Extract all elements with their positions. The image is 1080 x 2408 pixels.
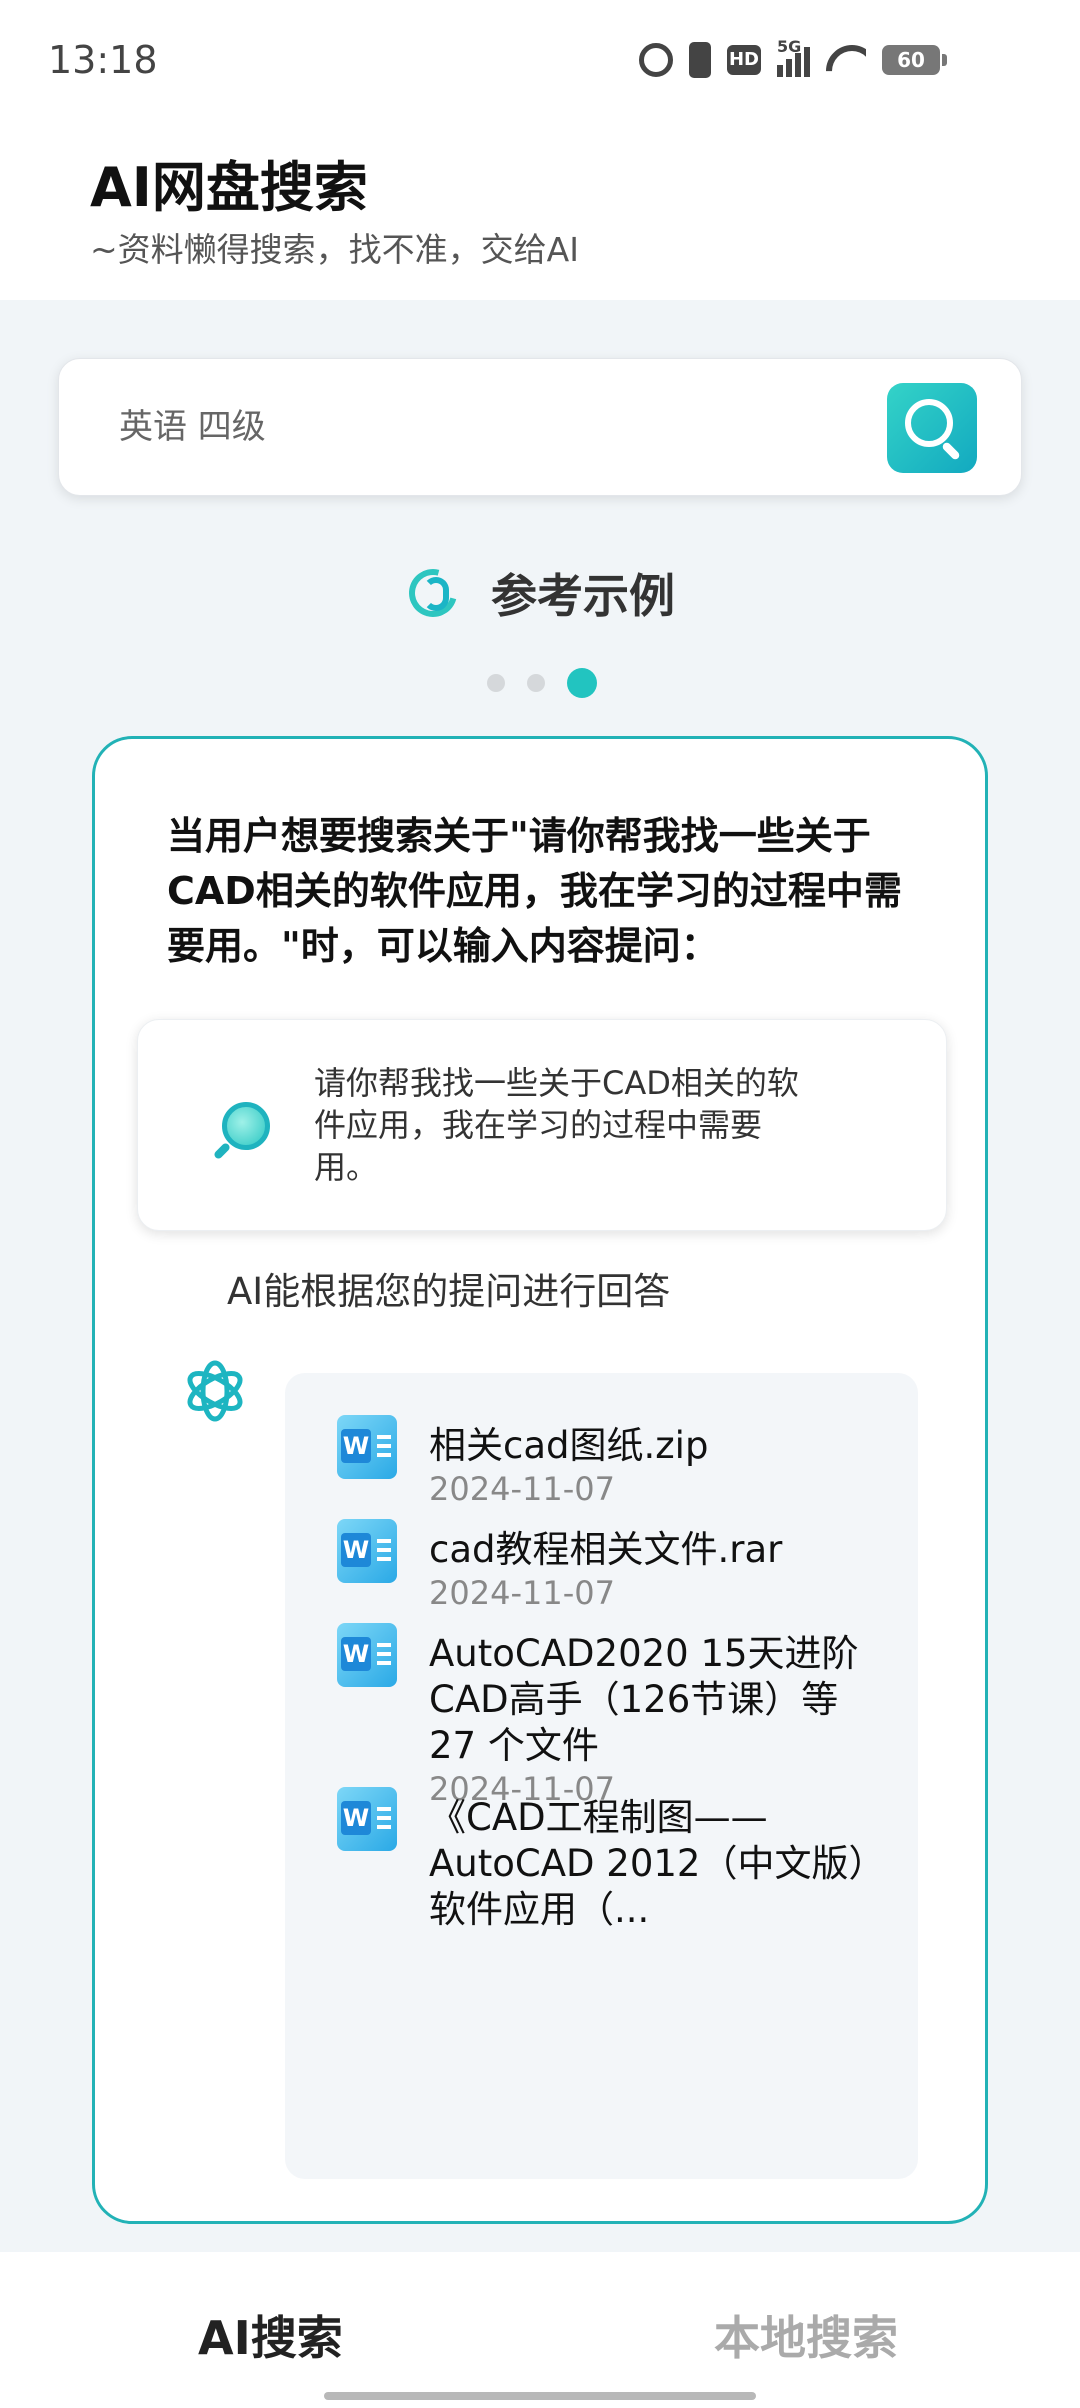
search-bar	[58, 358, 1022, 496]
tab-local-search[interactable]: 本地搜索	[714, 2302, 898, 2368]
word-file-icon: W	[337, 1519, 397, 1583]
result-title: AutoCAD2020 15天进阶CAD高手（126节课）等 27 个文件	[429, 1632, 859, 1767]
tab-ai-search[interactable]: AI搜索	[198, 2302, 343, 2368]
example-intro: 当用户想要搜索关于"请你帮我找一些关于CAD相关的软件应用，我在学习的过程中需要…	[167, 814, 902, 968]
carousel-indicator	[0, 668, 1080, 698]
results-panel: W 相关cad图纸.zip 2024-11-07 W cad教程相关文件.rar…	[285, 1373, 918, 2179]
status-time: 13:18	[48, 38, 158, 82]
result-name: 相关cad图纸.zip 2024-11-07	[429, 1423, 889, 1509]
header: AI网盘搜索 ~资料懒得搜索，找不准，交给AI	[0, 125, 1080, 300]
result-title: 《CAD工程制图——AutoCAD 2012（中文版）软件应用（...	[429, 1796, 886, 1931]
search-icon-handle	[941, 441, 961, 461]
status-icons: HD 5G 60	[639, 37, 947, 78]
result-date: 2024-11-07	[429, 1470, 615, 1508]
wifi-icon	[826, 45, 866, 75]
result-title: cad教程相关文件.rar	[429, 1528, 783, 1571]
example-query-text: 请你帮我找一些关于CAD相关的软件应用，我在学习的过程中需要用。	[314, 1064, 799, 1186]
search-icon	[905, 399, 953, 447]
signal-icon: 5G	[777, 37, 810, 77]
carousel-dot[interactable]	[527, 674, 545, 692]
signal-bar	[777, 65, 783, 77]
page-title: AI网盘搜索	[90, 156, 368, 219]
result-name: AutoCAD2020 15天进阶CAD高手（126节课）等 27 个文件 20…	[429, 1631, 889, 1809]
hd-icon: HD	[727, 45, 761, 75]
paperclip-icon	[400, 560, 466, 626]
result-name: cad教程相关文件.rar 2024-11-07	[429, 1527, 889, 1613]
section-header: 参考示例	[0, 560, 1080, 626]
bottom-tab-bar: AI搜索 本地搜索	[0, 2252, 1080, 2408]
signal-bar	[795, 53, 801, 77]
signal-bar	[786, 59, 792, 77]
example-card[interactable]: 当用户想要搜索关于"请你帮我找一些关于CAD相关的软件应用，我在学习的过程中需要…	[92, 736, 988, 2224]
result-title: 相关cad图纸.zip	[429, 1424, 709, 1467]
ai-caption: AI能根据您的提问进行回答	[227, 1270, 671, 1313]
word-file-icon: W	[337, 1415, 397, 1479]
signal-bar	[804, 47, 810, 77]
magnifier-icon	[212, 1102, 272, 1161]
home-indicator[interactable]	[324, 2392, 756, 2400]
carousel-dot[interactable]	[487, 674, 505, 692]
battery-icon: 60	[882, 45, 947, 75]
search-button[interactable]	[887, 383, 977, 473]
section-title: 参考示例	[491, 569, 675, 623]
search-input[interactable]	[119, 399, 819, 455]
alarm-icon	[639, 43, 673, 77]
result-name: 《CAD工程制图——AutoCAD 2012（中文版）软件应用（...	[429, 1795, 889, 1933]
example-query-box: 请你帮我找一些关于CAD相关的软件应用，我在学习的过程中需要用。	[137, 1019, 947, 1231]
carousel-dot-active[interactable]	[567, 668, 597, 698]
word-file-icon: W	[337, 1623, 397, 1687]
ai-logo-icon	[179, 1355, 251, 1427]
status-bar: 13:18 HD 5G 60	[0, 0, 1080, 125]
word-file-icon: W	[337, 1787, 397, 1851]
network-type: 5G	[777, 37, 802, 56]
result-date: 2024-11-07	[429, 1574, 615, 1612]
vibrate-icon	[689, 42, 711, 78]
page-subtitle: ~资料懒得搜索，找不准，交给AI	[90, 230, 579, 269]
